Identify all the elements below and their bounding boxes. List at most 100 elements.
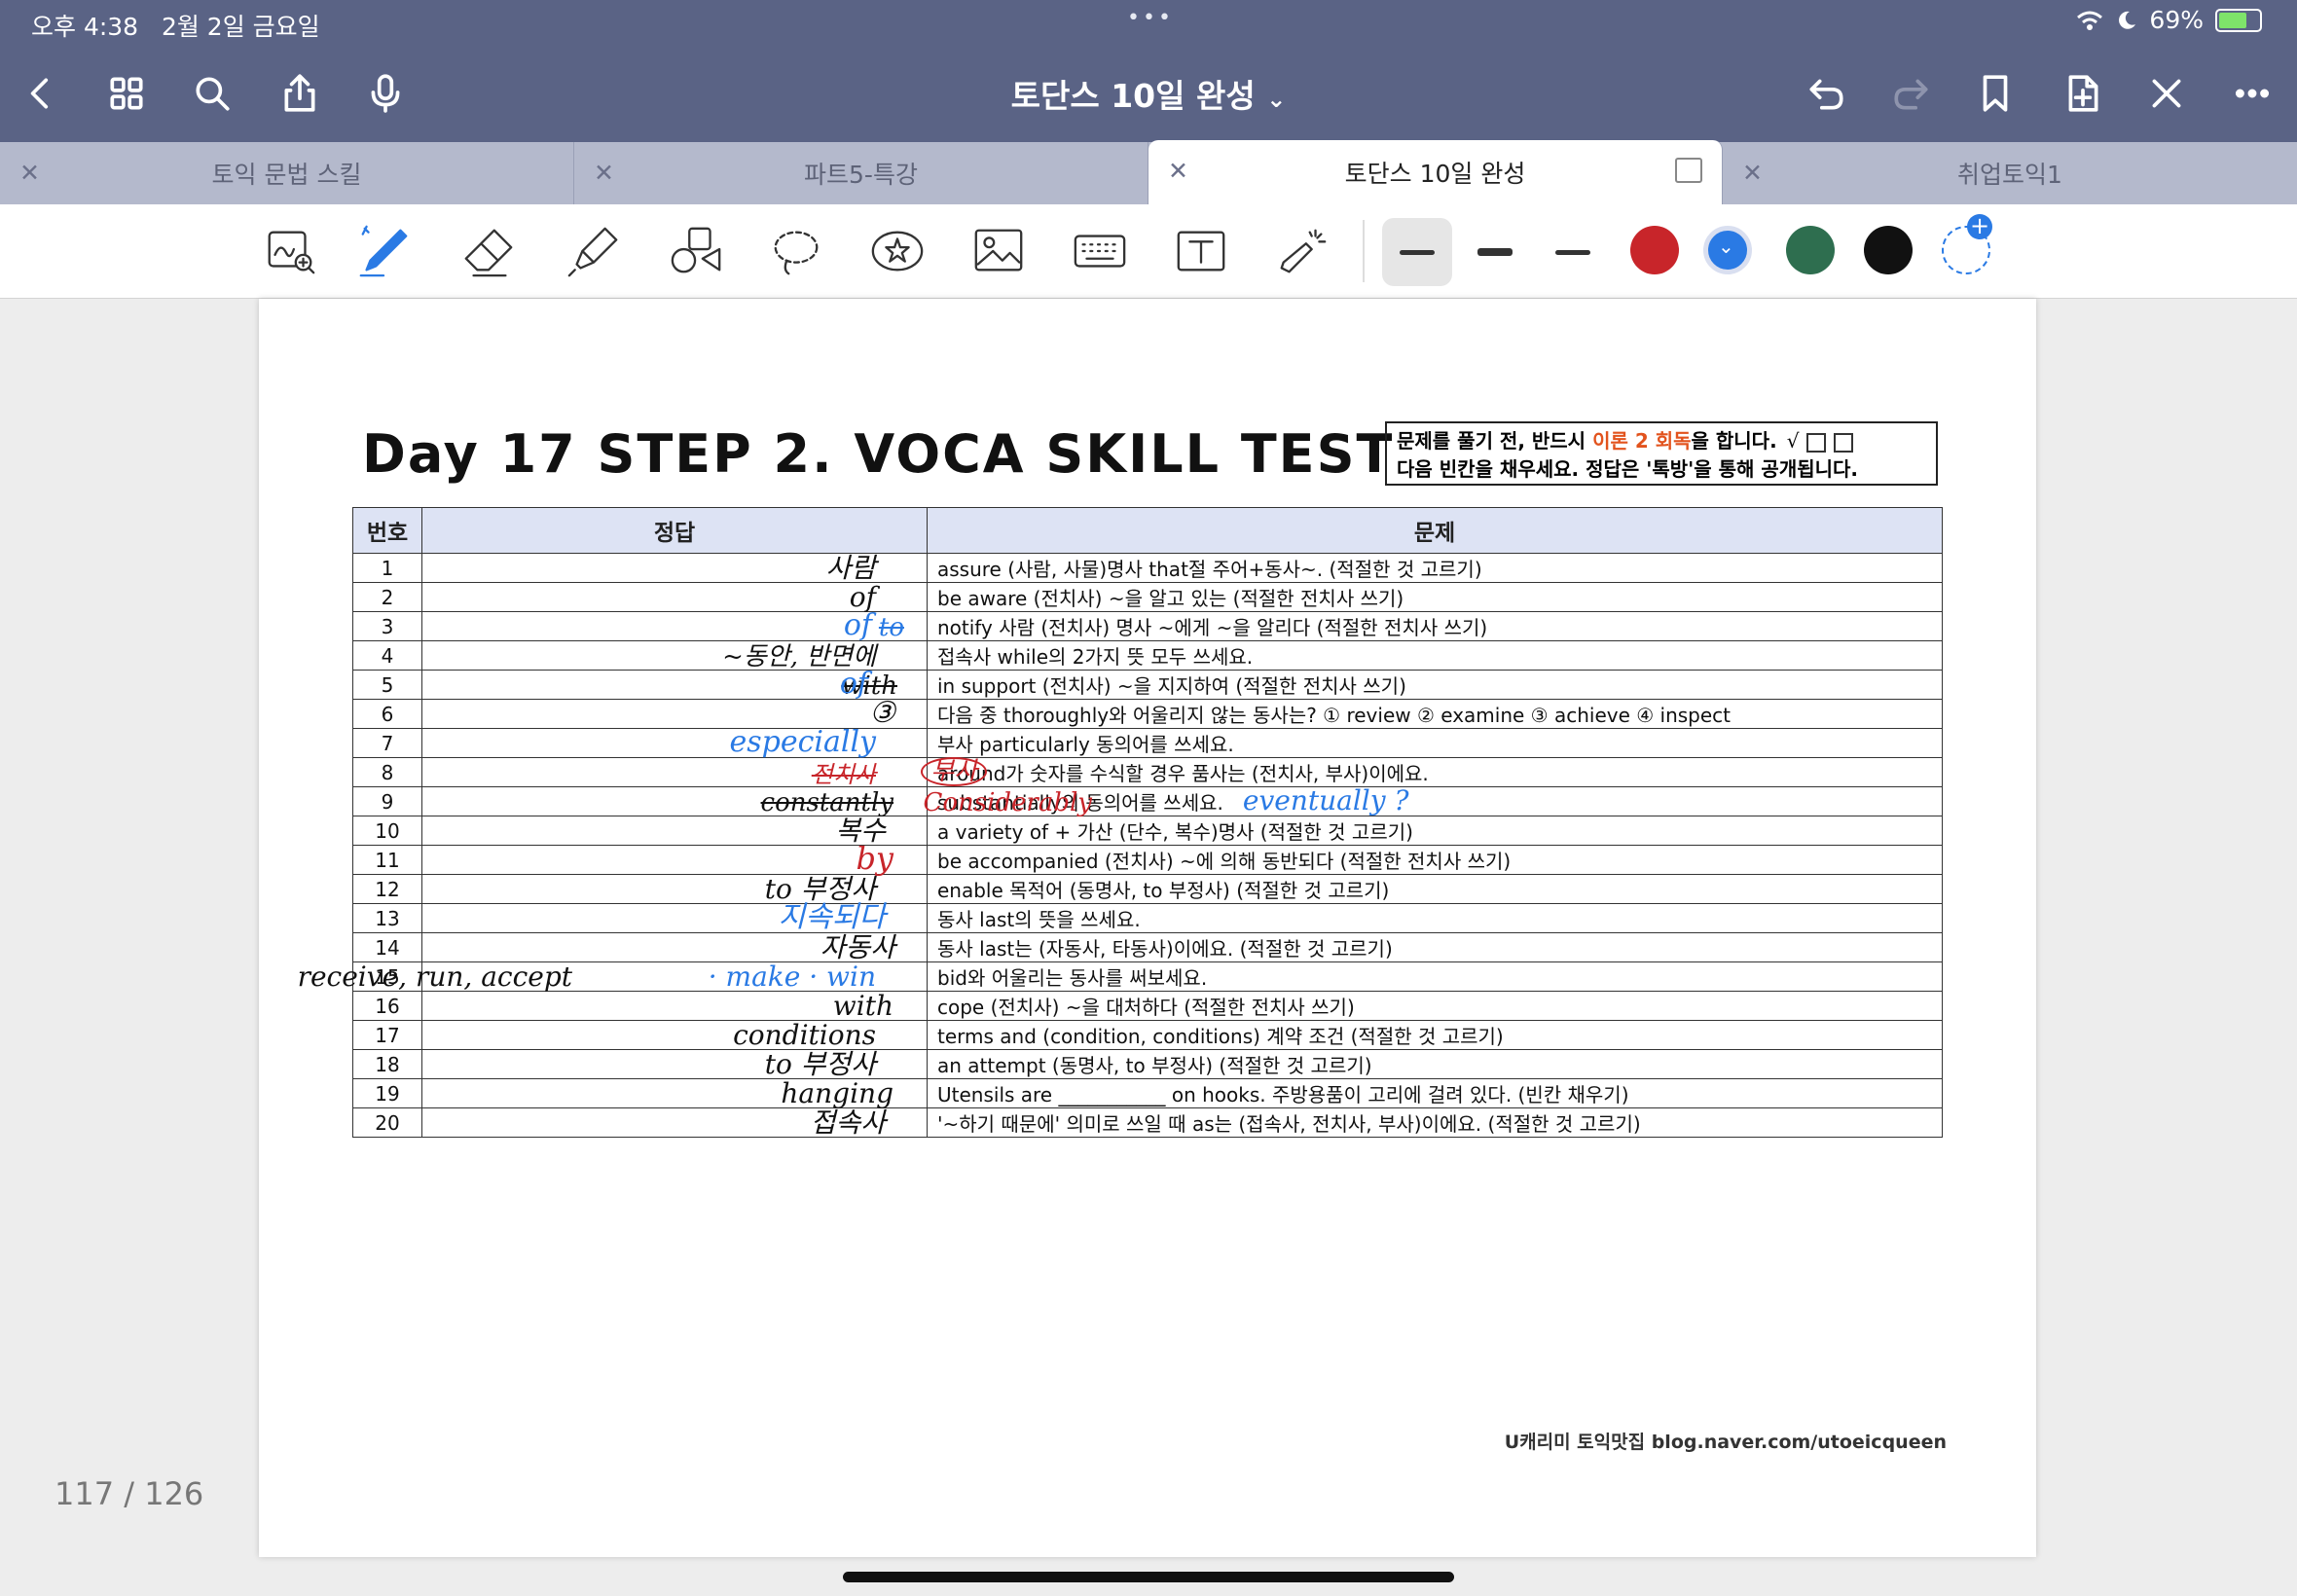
row-number: 11 <box>352 845 422 875</box>
row-number: 2 <box>352 582 422 612</box>
tab-close-icon[interactable]: ✕ <box>1168 157 1188 185</box>
answer-cell[interactable]: especially <box>421 728 928 758</box>
checkbox[interactable] <box>1806 432 1827 453</box>
thickness-medium[interactable] <box>1460 218 1530 286</box>
tab-label: 토단스 10일 완성 <box>1344 160 1526 188</box>
thickness-fine[interactable] <box>1382 218 1452 286</box>
table-row: 10 복수 a variety of + 가산 (단수, 복수)명사 (적절한 것 … <box>352 816 1943 846</box>
answer-cell[interactable]: 복수 <box>421 816 928 846</box>
split-view-icon[interactable] <box>1675 158 1702 183</box>
color-swatch-red[interactable] <box>1630 226 1679 274</box>
wifi-icon <box>2077 11 2103 30</box>
color-swatch-black[interactable] <box>1864 226 1913 274</box>
answer-cell[interactable]: ~동안, 반면에 <box>421 640 928 671</box>
table-row: 8 부사 전치사 around가 숫자를 수식할 경우 품사는 (전치사, 부사)이에… <box>352 757 1943 787</box>
row-number: 10 <box>352 816 422 846</box>
question-text: enable 목적어 (동명사, to 부정사) (적절한 것 고르기) <box>937 879 1390 902</box>
redo-button[interactable] <box>1882 64 1941 123</box>
answer-cell[interactable]: Considerably constantly <box>421 786 1092 816</box>
tab-close-icon[interactable]: ✕ <box>19 159 40 187</box>
handwritten-answer: to <box>878 613 904 642</box>
thickness-bold[interactable] <box>1538 218 1608 286</box>
answer-cell[interactable]: of <box>421 581 928 613</box>
status-bar: 오후 4:38 2월 2일 금요일 ••• 69% <box>0 0 2297 49</box>
shape-tool[interactable] <box>666 220 728 282</box>
pen-tool[interactable] <box>352 220 415 282</box>
answer-cell[interactable]: 지속되다 <box>421 903 928 933</box>
row-number: 8 <box>352 757 422 787</box>
text-tool[interactable] <box>1170 220 1232 282</box>
answer-cell[interactable]: 자동사 <box>421 932 928 962</box>
bookmark-icon <box>1983 75 2008 112</box>
question-text: 동사 last의 뜻을 쓰세요. <box>937 908 1141 931</box>
question-cell: notify 사람 (전치사) 명사 ~에게 ~을 알리다 (적절한 전치사 쓰… <box>927 611 1943 641</box>
color-swatch-green[interactable] <box>1786 226 1835 274</box>
pen-cross-icon <box>2152 79 2181 108</box>
answer-cell[interactable]: to 부정사 <box>421 1049 928 1079</box>
answer-cell[interactable]: receive, run, accept · make · win <box>298 961 928 992</box>
add-color-button[interactable]: + <box>1942 214 1992 274</box>
battery-icon <box>2215 8 2262 32</box>
eraser-tool[interactable] <box>457 220 520 282</box>
answer-cell[interactable]: 접속사 <box>421 1106 928 1139</box>
col-header-number: 번호 <box>352 507 422 554</box>
handwritten-answer: to 부정사 <box>764 873 876 905</box>
handwritten-note: eventually ? <box>1242 784 1409 816</box>
check-mark-icon: √ <box>1786 429 1800 453</box>
document-title[interactable]: 토단스 10일 완성 ⌄ <box>0 70 2297 117</box>
tab-todanseu[interactable]: ✕ 토단스 10일 완성 <box>1148 140 1723 204</box>
answer-cell[interactable]: to of <box>421 611 928 642</box>
image-tool[interactable] <box>967 220 1030 282</box>
answer-cell[interactable]: to 부정사 <box>421 873 928 905</box>
tab-part5[interactable]: ✕ 파트5-특강 <box>574 142 1148 204</box>
bookmark-button[interactable] <box>1966 64 2024 123</box>
undo-button[interactable] <box>1797 64 1855 123</box>
tab-close-icon[interactable]: ✕ <box>1742 159 1763 187</box>
checkbox[interactable] <box>1834 432 1854 453</box>
title-chevron-icon: ⌄ <box>1266 86 1287 113</box>
lasso-tool[interactable] <box>765 220 827 282</box>
answer-cell[interactable]: 사람 <box>421 553 928 583</box>
page-title: Day 17 STEP 2. VOCA SKILL TEST <box>362 423 1395 485</box>
row-number: 17 <box>352 1020 422 1050</box>
tab-close-icon[interactable]: ✕ <box>594 159 614 187</box>
document-page[interactable]: Day 17 STEP 2. VOCA SKILL TEST 문제를 풀기 전,… <box>259 299 2036 1557</box>
tab-toeic-grammar[interactable]: ✕ 토익 문법 스킬 <box>0 142 574 204</box>
question-text: 접속사 while의 2가지 뜻 모두 쓰세요. <box>937 645 1254 669</box>
handwritten-answer: with <box>832 990 893 1022</box>
laser-pointer-icon <box>1280 229 1327 273</box>
multitask-dots[interactable]: ••• <box>1127 6 1174 30</box>
highlighter-tool[interactable] <box>563 220 625 282</box>
home-indicator[interactable] <box>843 1572 1454 1582</box>
more-button[interactable] <box>2223 64 2281 123</box>
question-text: notify 사람 (전치사) 명사 ~에게 ~을 알리다 (적절한 전치사 쓰… <box>937 616 1488 639</box>
handwritten-answer: 접속사 <box>810 1106 886 1139</box>
zoom-window-tool[interactable] <box>259 220 321 282</box>
color-swatch-blue[interactable]: ⌄ <box>1703 226 1752 274</box>
row-number: 3 <box>352 611 422 641</box>
tab-job-toeic[interactable]: ✕ 취업토익1 <box>1723 142 2297 204</box>
answer-cell[interactable]: 부사 전치사 <box>421 757 987 787</box>
answer-cell[interactable]: by <box>421 843 928 875</box>
question-text: an attempt (동명사, to 부정사) (적절한 것 고르기) <box>937 1054 1372 1077</box>
answer-cell[interactable]: hanging <box>421 1078 928 1108</box>
add-page-button[interactable] <box>2054 64 2112 123</box>
image-icon <box>974 229 1023 272</box>
question-cell: assure (사람, 사물)명사 that절 주어+동사~. (적절한 것 고… <box>927 553 1943 583</box>
handwritten-answer: of <box>849 581 876 613</box>
answer-cell[interactable]: with of <box>421 670 928 700</box>
answer-cell[interactable]: conditions <box>421 1020 928 1050</box>
toolbar-divider <box>1363 220 1365 282</box>
question-text: bid와 어울리는 동사를 써보세요. <box>937 966 1208 990</box>
footer-credit: U캐리미 토익맛집 blog.naver.com/utoeicqueen <box>1504 1432 1947 1453</box>
sticker-tool[interactable] <box>866 220 929 282</box>
tools-toggle-button[interactable] <box>2137 64 2196 123</box>
answer-cell[interactable]: with <box>421 990 928 1022</box>
laser-pointer-tool[interactable] <box>1271 220 1333 282</box>
keyboard-tool[interactable] <box>1069 220 1131 282</box>
row-number: 12 <box>352 874 422 904</box>
answer-cell[interactable]: ③ <box>421 699 928 729</box>
question-cell: in support (전치사) ~을 지지하여 (적절한 전치사 쓰기) <box>927 670 1943 700</box>
question-text: '~하기 때문에' 의미로 쓰일 때 as는 (접속사, 전치사, 부사)이에요… <box>937 1112 1641 1136</box>
question-text: 다음 중 thoroughly와 어울리지 않는 동사는? ① review ②… <box>937 704 1732 727</box>
